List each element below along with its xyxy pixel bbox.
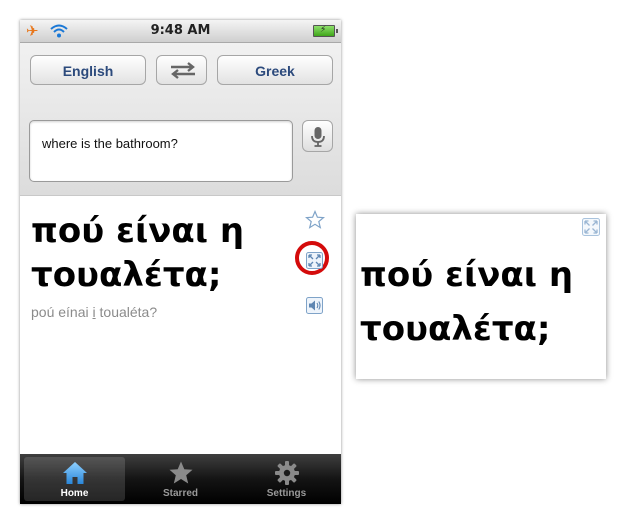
target-language-button[interactable]: Greek <box>217 55 333 85</box>
source-text-value: where is the bathroom? <box>42 136 178 151</box>
voice-input-button[interactable] <box>302 120 333 152</box>
translation-result: πού είναι η τουαλέτα; poú eínai i toualé… <box>20 196 341 454</box>
translator-toolbar: English Greek where is the bathroom? <box>20 43 341 196</box>
fullscreen-translation-text: πού είναι η τουαλέτα; <box>360 248 605 356</box>
source-language-button[interactable]: English <box>30 55 146 85</box>
status-time: 9:48 AM <box>150 23 211 38</box>
gear-icon <box>274 461 299 485</box>
fullscreen-icon[interactable] <box>582 218 600 236</box>
speaker-icon[interactable] <box>306 297 323 314</box>
status-bar: ✈ 9:48 AM ⚡ <box>20 20 341 43</box>
translation-line-2: τουαλέτα; <box>31 255 222 295</box>
tab-bar: Home Starred Settings <box>20 454 341 504</box>
translation-line-1: πού είναι η <box>31 211 245 251</box>
translation-text: πού είναι η τουαλέτα; <box>31 209 281 297</box>
fullscreen-translation-card: πού είναι η τουαλέτα; <box>356 214 606 379</box>
swap-arrows-icon <box>171 62 195 79</box>
fullscreen-line-1: πού είναι η <box>360 255 574 295</box>
tab-home-label: Home <box>60 488 89 499</box>
tab-home[interactable]: Home <box>24 457 125 501</box>
tab-settings-label: Settings <box>266 488 307 499</box>
source-text-input[interactable]: where is the bathroom? <box>29 120 293 182</box>
fullscreen-icon[interactable] <box>306 252 323 269</box>
battery-charging-icon: ⚡ <box>313 25 338 37</box>
tab-starred[interactable]: Starred <box>130 457 231 501</box>
tab-starred-label: Starred <box>162 488 198 499</box>
star-icon[interactable] <box>305 210 325 230</box>
star-icon <box>169 461 192 484</box>
fullscreen-line-2: τουαλέτα; <box>360 309 551 349</box>
tab-settings[interactable]: Settings <box>236 457 337 501</box>
swap-languages-button[interactable] <box>156 55 207 85</box>
phone-screen: ✈ 9:48 AM ⚡ English Greek where is the b… <box>20 20 341 504</box>
home-icon <box>62 462 87 484</box>
transliteration: poú eínai i toualéta? <box>31 304 158 320</box>
microphone-icon <box>311 127 325 147</box>
